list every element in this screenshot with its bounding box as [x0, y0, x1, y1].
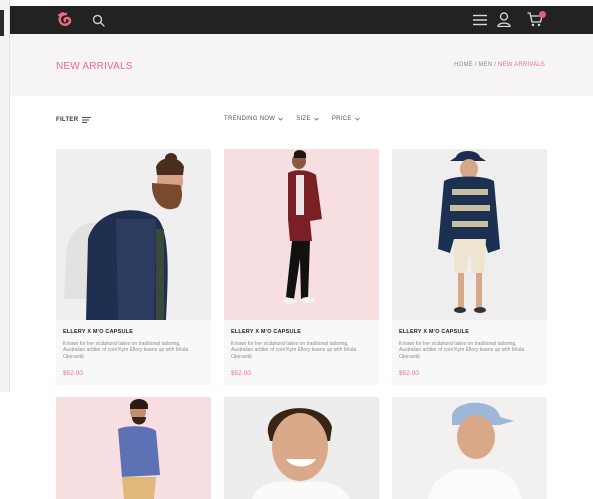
page-title: NEW ARRIVALS [56, 61, 133, 72]
product-card[interactable]: ELLERY X M'O CAPSULE Known for her sculp… [56, 149, 211, 385]
product-name[interactable]: ELLERY X M'O CAPSULE [231, 329, 301, 335]
product-description: Known for her sculptural takes on tradit… [231, 341, 357, 360]
breadcrumb-home[interactable]: HOME [454, 62, 473, 68]
breadcrumb-current: NEW ARRIVALS [498, 62, 545, 68]
product-image[interactable] [56, 149, 211, 320]
product-image[interactable] [224, 397, 379, 499]
breadcrumb: HOME / MEN / NEW ARRIVALS [454, 62, 545, 68]
product-card[interactable]: ELLERY X M'O CAPSULE Known for her sculp… [224, 149, 379, 385]
search-icon[interactable] [92, 14, 105, 27]
swirl-logo-icon[interactable] [56, 11, 76, 29]
user-icon[interactable] [497, 12, 511, 27]
product-description: Known for her sculptural takes on tradit… [63, 341, 189, 360]
top-navbar [10, 6, 593, 34]
product-name[interactable]: ELLERY X M'O CAPSULE [399, 329, 469, 335]
sort-price-dropdown[interactable]: PRICE [332, 116, 360, 122]
chevron-down-icon [278, 117, 284, 121]
product-price: $52.00 [231, 370, 251, 377]
product-name[interactable]: ELLERY X M'O CAPSULE [63, 329, 133, 335]
sort-options: TRENDING NOW SIZE PRICE [224, 116, 360, 122]
product-image[interactable] [392, 397, 547, 499]
product-image[interactable] [392, 149, 547, 320]
filter-lines-icon [82, 117, 92, 123]
cart-badge [539, 11, 546, 18]
product-image[interactable] [56, 397, 211, 499]
breadcrumb-men[interactable]: MEN [478, 62, 492, 68]
product-price: $52.00 [63, 370, 83, 377]
sort-trending-dropdown[interactable]: TRENDING NOW [224, 116, 284, 122]
background-page-edge [0, 0, 10, 392]
background-header-edge [0, 10, 4, 36]
storefront-page: NEW ARRIVALS HOME / MEN / NEW ARRIVALS F… [10, 0, 593, 499]
sort-trending-label: TRENDING NOW [224, 116, 276, 122]
product-card[interactable]: ELLERY X M'O CAPSULE Known for her sculp… [392, 149, 547, 385]
filter-label: FILTER [56, 117, 79, 123]
sort-price-label: PRICE [331, 116, 352, 122]
product-image[interactable] [224, 149, 379, 320]
filter-button[interactable]: FILTER [56, 117, 92, 123]
product-description: Known for her sculptural takes on tradit… [399, 341, 525, 360]
sort-size-dropdown[interactable]: SIZE [296, 116, 319, 122]
chevron-down-icon [314, 117, 319, 121]
sort-size-label: SIZE [296, 116, 311, 122]
hamburger-menu-icon[interactable] [473, 14, 487, 26]
chevron-down-icon [354, 117, 360, 121]
product-price: $52.00 [399, 370, 419, 377]
